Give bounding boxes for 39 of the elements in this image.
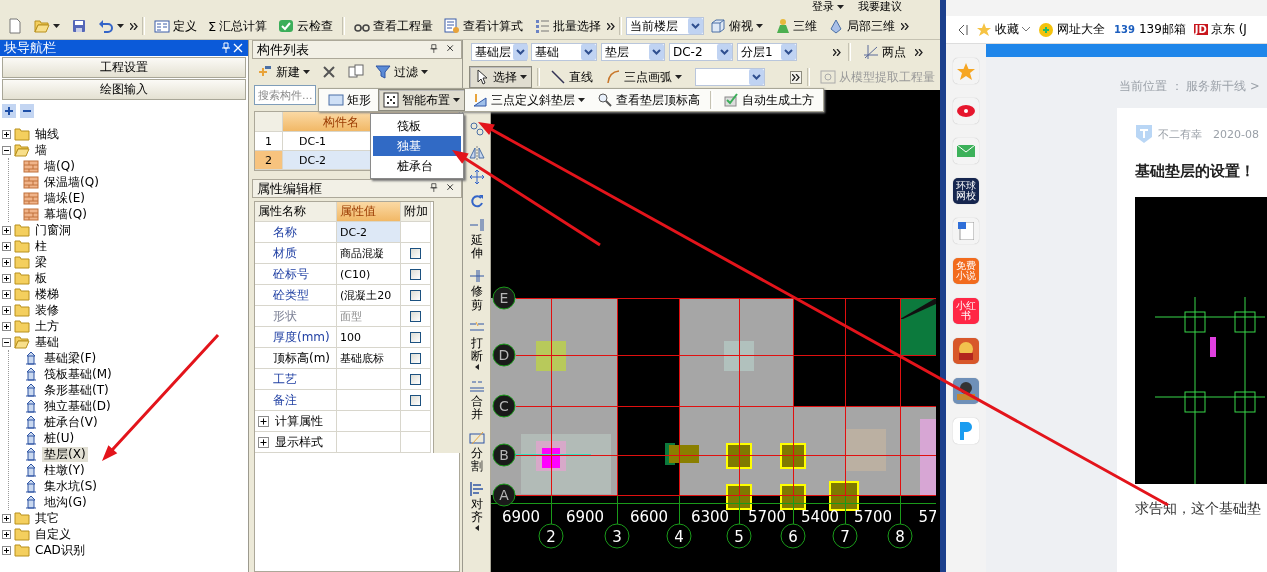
property-name: 工艺 — [255, 369, 337, 390]
property-name: 顶标高(m) — [255, 348, 337, 369]
table-header-cell: 属性值 — [337, 202, 401, 222]
dimension-label: 5400 — [800, 508, 840, 526]
grid-axis-label: 6 — [780, 523, 806, 549]
breadcrumb: 当前位置 ： 服务新干线 > — [1119, 79, 1261, 94]
panel-title-bar: 块导航栏 — [0, 40, 248, 56]
author-name: 不二有幸 — [1158, 126, 1202, 142]
dimension-label: 57 — [918, 508, 936, 526]
grid-axis-label: C — [492, 394, 516, 418]
grid-axis-label: 3 — [604, 523, 630, 549]
grid-axis-label: 4 — [666, 523, 692, 549]
property-name: 形状 — [255, 306, 337, 327]
dimension-label: 5700 — [853, 508, 893, 526]
table-header-cell: 附加 — [401, 202, 431, 222]
property-name: 砼标号 — [255, 264, 337, 285]
property-name: 备注 — [255, 390, 337, 411]
dimension-label: 5700 — [747, 508, 787, 526]
grid-axis-label: 7 — [832, 523, 858, 549]
grid-axis-label: 8 — [887, 523, 913, 549]
table-header-cell: 属性名称 — [255, 202, 337, 222]
grid-axis-label: 2 — [538, 523, 564, 549]
grid-axis-label: D — [492, 343, 516, 367]
property-name: 厚度(mm) — [255, 327, 337, 348]
dimension-label: 6300 — [690, 508, 730, 526]
property-name: 砼类型 — [255, 285, 337, 306]
grid-axis-label: 5 — [726, 523, 752, 549]
property-name: 材质 — [255, 243, 337, 264]
post-title: 基础垫层的设置！ — [1135, 162, 1256, 181]
dimension-label: 6900 — [565, 508, 605, 526]
dimension-label: 6600 — [629, 508, 669, 526]
grid-axis-label: E — [492, 286, 516, 310]
panel-title-bar: 属性编辑框 — [252, 179, 462, 198]
post-date: 2020-08 — [1213, 127, 1259, 141]
row-number: 2 — [255, 151, 283, 170]
grid-axis-label: A — [492, 483, 516, 507]
panel-title-bar: 构件列表 — [252, 40, 462, 59]
grid-axis-label: B — [492, 443, 516, 467]
dimension-label: 6900 — [501, 508, 541, 526]
